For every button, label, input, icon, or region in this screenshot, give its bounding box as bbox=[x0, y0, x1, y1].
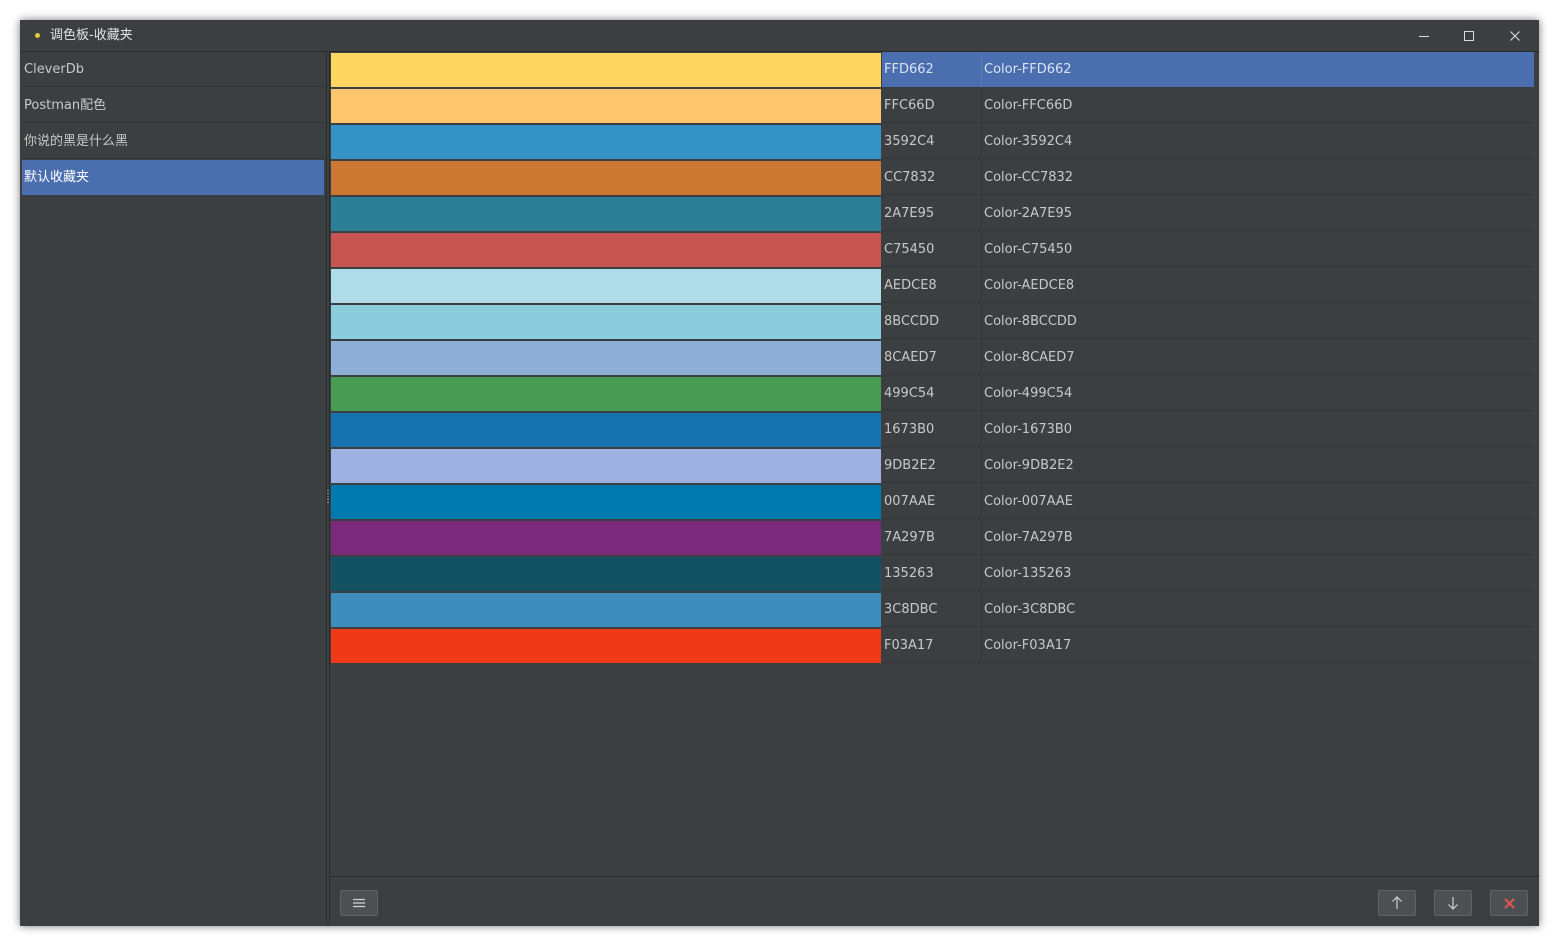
table-row[interactable]: AEDCE8 Color-AEDCE8 bbox=[330, 268, 1535, 304]
table-row[interactable]: 1673B0 Color-1673B0 bbox=[330, 412, 1535, 448]
color-swatch[interactable] bbox=[331, 125, 881, 159]
sidebar-item[interactable]: 你说的黑是什么黑 bbox=[22, 124, 324, 159]
color-name-cell[interactable]: Color-AEDCE8 bbox=[982, 268, 1534, 303]
delete-button[interactable] bbox=[1490, 890, 1528, 916]
color-swatch[interactable] bbox=[331, 449, 881, 483]
hex-cell[interactable]: 2A7E95 bbox=[882, 196, 982, 231]
color-swatch[interactable] bbox=[331, 593, 881, 627]
color-swatch[interactable] bbox=[331, 377, 881, 411]
color-swatch[interactable] bbox=[331, 629, 881, 663]
maximize-button[interactable] bbox=[1446, 20, 1492, 51]
table-row[interactable]: 499C54 Color-499C54 bbox=[330, 376, 1535, 412]
color-swatch[interactable] bbox=[331, 89, 881, 123]
color-swatch[interactable] bbox=[331, 341, 881, 375]
color-name-cell[interactable]: Color-135263 bbox=[982, 556, 1534, 591]
app-dot-icon bbox=[35, 33, 40, 38]
hex-cell[interactable]: C75450 bbox=[882, 232, 982, 267]
move-up-button[interactable] bbox=[1378, 890, 1416, 916]
color-name-cell[interactable]: Color-8CAED7 bbox=[982, 340, 1534, 375]
table-row[interactable]: 2A7E95 Color-2A7E95 bbox=[330, 196, 1535, 232]
close-window-button[interactable] bbox=[1492, 20, 1538, 51]
arrow-down-icon bbox=[1448, 897, 1458, 910]
table-row[interactable]: 8BCCDD Color-8BCCDD bbox=[330, 304, 1535, 340]
color-name-cell[interactable]: Color-9DB2E2 bbox=[982, 448, 1534, 483]
table-row[interactable]: 3592C4 Color-3592C4 bbox=[330, 124, 1535, 160]
hex-cell[interactable]: 499C54 bbox=[882, 376, 982, 411]
color-swatch[interactable] bbox=[331, 233, 881, 267]
minimize-icon bbox=[1419, 35, 1429, 37]
maximize-icon bbox=[1464, 30, 1474, 41]
color-swatch[interactable] bbox=[331, 485, 881, 519]
splitter-grip-icon[interactable] bbox=[327, 490, 329, 504]
sidebar-item[interactable]: CleverDb bbox=[22, 52, 324, 87]
footer-toolbar bbox=[330, 877, 1539, 926]
table-row[interactable]: 7A297B Color-7A297B bbox=[330, 520, 1535, 556]
table-row[interactable]: F03A17 Color-F03A17 bbox=[330, 628, 1535, 664]
table-row[interactable]: FFD662 Color-FFD662 bbox=[330, 52, 1535, 88]
hex-cell[interactable]: 1673B0 bbox=[882, 412, 982, 447]
hex-cell[interactable]: 007AAE bbox=[882, 484, 982, 519]
hamburger-menu-icon bbox=[353, 898, 365, 908]
color-name-cell[interactable]: Color-3592C4 bbox=[982, 124, 1534, 159]
color-name-cell[interactable]: Color-7A297B bbox=[982, 520, 1534, 555]
color-name-cell[interactable]: Color-3C8DBC bbox=[982, 592, 1534, 627]
arrow-up-icon bbox=[1392, 896, 1402, 909]
title-bar[interactable]: 调色板-收藏夹 bbox=[20, 20, 1539, 52]
color-name-cell[interactable]: Color-007AAE bbox=[982, 484, 1534, 519]
hex-cell[interactable]: FFD662 bbox=[882, 52, 982, 87]
color-swatch[interactable] bbox=[331, 197, 881, 231]
table-row[interactable]: CC7832 Color-CC7832 bbox=[330, 160, 1535, 196]
minimize-button[interactable] bbox=[1401, 20, 1447, 51]
color-swatch[interactable] bbox=[331, 413, 881, 447]
sidebar-item[interactable]: Postman配色 bbox=[22, 88, 324, 123]
table-row[interactable]: FFC66D Color-FFC66D bbox=[330, 88, 1535, 124]
menu-button[interactable] bbox=[340, 890, 378, 916]
table-row[interactable]: C75450 Color-C75450 bbox=[330, 232, 1535, 268]
color-name-cell[interactable]: Color-1673B0 bbox=[982, 412, 1534, 447]
window-title: 调色板-收藏夹 bbox=[50, 28, 133, 43]
color-swatch[interactable] bbox=[331, 269, 881, 303]
hex-cell[interactable]: 8CAED7 bbox=[882, 340, 982, 375]
color-swatch[interactable] bbox=[331, 305, 881, 339]
table-row[interactable]: 8CAED7 Color-8CAED7 bbox=[330, 340, 1535, 376]
hex-cell[interactable]: CC7832 bbox=[882, 160, 982, 195]
color-name-cell[interactable]: Color-FFD662 bbox=[982, 52, 1534, 87]
hex-cell[interactable]: AEDCE8 bbox=[882, 268, 982, 303]
color-swatch[interactable] bbox=[331, 521, 881, 555]
hex-cell[interactable]: 8BCCDD bbox=[882, 304, 982, 339]
hex-cell[interactable]: 9DB2E2 bbox=[882, 448, 982, 483]
hex-cell[interactable]: F03A17 bbox=[882, 628, 982, 663]
color-name-cell[interactable]: Color-499C54 bbox=[982, 376, 1534, 411]
red-x-icon bbox=[1503, 897, 1515, 909]
table-row[interactable]: 135263 Color-135263 bbox=[330, 556, 1535, 592]
sidebar-item[interactable]: 默认收藏夹 bbox=[22, 160, 324, 195]
hex-cell[interactable]: FFC66D bbox=[882, 88, 982, 123]
color-name-cell[interactable]: Color-FFC66D bbox=[982, 88, 1534, 123]
color-swatch[interactable] bbox=[331, 557, 881, 591]
hex-cell[interactable]: 7A297B bbox=[882, 520, 982, 555]
hex-cell[interactable]: 3592C4 bbox=[882, 124, 982, 159]
hex-cell[interactable]: 3C8DBC bbox=[882, 592, 982, 627]
color-swatch[interactable] bbox=[331, 161, 881, 195]
palette-window: 调色板-收藏夹 CleverDb Postman配色 你说的黑是什么黑 默认收藏夹 F… bbox=[20, 20, 1539, 926]
color-name-cell[interactable]: Color-CC7832 bbox=[982, 160, 1534, 195]
move-down-button[interactable] bbox=[1434, 890, 1472, 916]
color-name-cell[interactable]: Color-F03A17 bbox=[982, 628, 1534, 663]
table-row[interactable]: 007AAE Color-007AAE bbox=[330, 484, 1535, 520]
color-table: FFD662 Color-FFD662 FFC66D Color-FFC66D 3592… bbox=[330, 52, 1535, 876]
color-name-cell[interactable]: Color-8BCCDD bbox=[982, 304, 1534, 339]
table-row[interactable]: 9DB2E2 Color-9DB2E2 bbox=[330, 448, 1535, 484]
close-icon bbox=[1510, 30, 1520, 41]
color-name-cell[interactable]: Color-2A7E95 bbox=[982, 196, 1534, 231]
favorites-sidebar: CleverDb Postman配色 你说的黑是什么黑 默认收藏夹 bbox=[20, 52, 326, 926]
table-row[interactable]: 3C8DBC Color-3C8DBC bbox=[330, 592, 1535, 628]
color-swatch[interactable] bbox=[331, 53, 881, 87]
hex-cell[interactable]: 135263 bbox=[882, 556, 982, 591]
color-name-cell[interactable]: Color-C75450 bbox=[982, 232, 1534, 267]
